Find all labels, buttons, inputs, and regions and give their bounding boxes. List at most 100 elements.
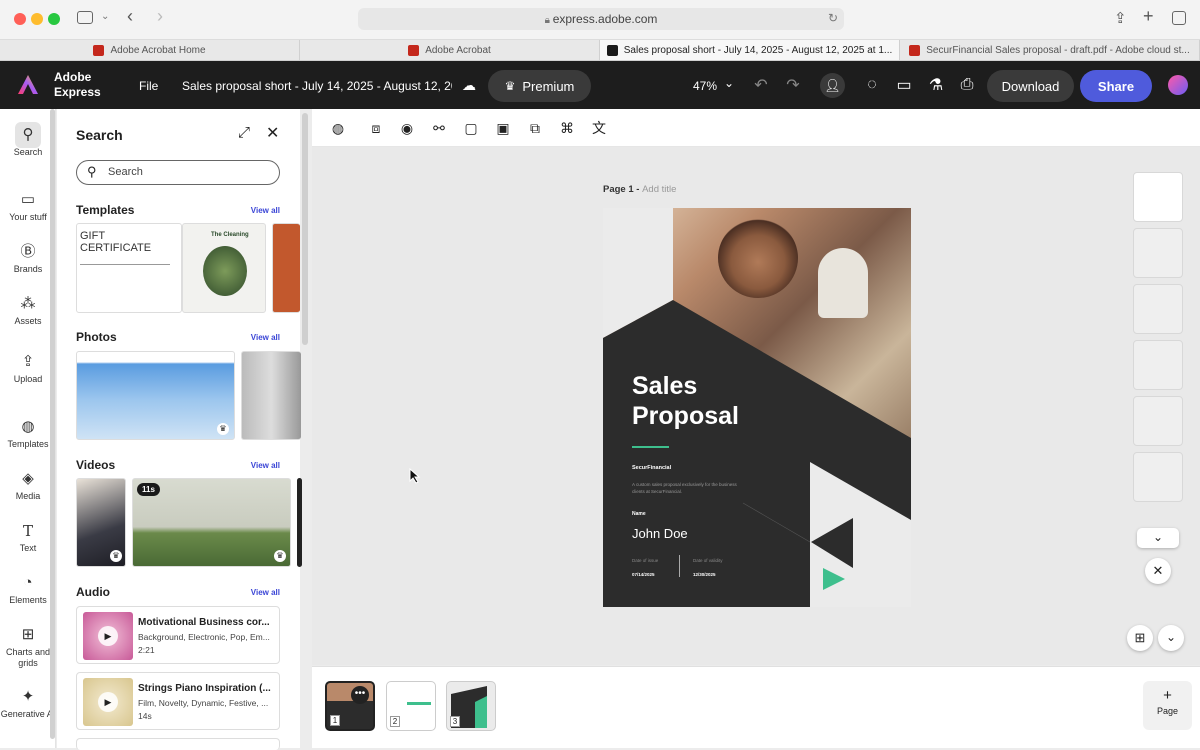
document-title[interactable]: Sales proposal short - July 14, 2025 - A… [182, 79, 452, 93]
rail-item-assets[interactable]: ⁂ Assets [0, 295, 56, 326]
page-nav-thumb[interactable] [1133, 452, 1183, 502]
rail-scrollbar[interactable] [50, 109, 55, 739]
audio-view-all[interactable]: View all [251, 588, 280, 597]
proposal-title[interactable]: Sales Proposal [632, 371, 739, 431]
add-title-field[interactable]: Add title [642, 184, 676, 195]
validity-label[interactable]: Date of validity [693, 558, 723, 563]
proposal-description[interactable]: A custom sales proposal exclusively for … [632, 481, 737, 495]
rail-item-charts[interactable]: ⊞ Charts and grids [0, 626, 56, 669]
company-name[interactable]: SecurFinancial [632, 465, 671, 471]
videos-view-all[interactable]: View all [251, 461, 280, 470]
template-cleaning[interactable]: The Cleaning [182, 223, 266, 313]
video-partial[interactable] [297, 478, 302, 567]
avatar[interactable] [1168, 75, 1188, 95]
add-page-button[interactable]: + Page [1143, 681, 1192, 730]
chevron-down-icon[interactable]: ⌄ [724, 76, 734, 90]
layers-icon[interactable]: ⧉ [526, 119, 544, 137]
rail-item-text[interactable]: T Text [0, 522, 56, 553]
chevron-down-icon[interactable]: ⌄ [1137, 528, 1179, 548]
photo-sky[interactable]: ♛ [76, 351, 235, 440]
minimize-window-button[interactable] [31, 13, 43, 25]
document-page[interactable]: Sales Proposal SecurFinancial A custom s… [603, 208, 911, 607]
page-nav-thumb[interactable] [1133, 396, 1183, 446]
audio-item[interactable]: ▶ Strings Piano Inspiration (... Film, N… [76, 672, 280, 730]
grid-view-icon[interactable]: ⊞ [1127, 625, 1153, 651]
tab-securfinancial-pdf[interactable]: SecurFinancial Sales proposal - draft.pd… [900, 40, 1200, 60]
back-icon[interactable]: ‹ [127, 6, 133, 27]
palette-icon[interactable]: ◉ [398, 119, 416, 137]
tab-sales-proposal[interactable]: Sales proposal short - July 14, 2025 - A… [600, 40, 900, 60]
close-window-button[interactable] [14, 13, 26, 25]
page-thumb-3[interactable]: 3 [446, 681, 496, 731]
lightbulb-icon[interactable]: ◌ [861, 74, 883, 96]
more-options-icon[interactable]: ••• [351, 686, 369, 704]
new-tab-icon[interactable]: + [1143, 6, 1154, 27]
rectangle-icon[interactable]: ▢ [462, 119, 480, 137]
tab-overview-icon[interactable] [1172, 11, 1186, 25]
issue-label[interactable]: Date of issue [632, 558, 658, 563]
validity-value[interactable]: 12/30/2025 [693, 572, 716, 577]
premium-button[interactable]: ♛ Premium [488, 70, 591, 102]
download-button[interactable]: Download [987, 70, 1074, 102]
video-businessman[interactable]: ♛ [76, 478, 126, 567]
chevron-down-icon[interactable]: ⌄ [1158, 625, 1184, 651]
page-thumb-2[interactable]: 2 [386, 681, 436, 731]
canvas-area[interactable]: Page 1 - Add title Sales Proposal SecurF… [312, 147, 1200, 665]
cloud-icon[interactable]: ☁︎ [462, 77, 476, 94]
share-sheet-icon[interactable]: ⇪ [1114, 9, 1127, 27]
chevron-down-icon[interactable]: ⌄ [101, 11, 109, 22]
animate-icon[interactable]: ⌘ [558, 119, 576, 137]
page-thumb-1[interactable]: ••• 1 [325, 681, 375, 731]
zoom-window-button[interactable] [48, 13, 60, 25]
audio-item[interactable] [76, 738, 280, 750]
expand-icon[interactable]: ⤢ [238, 124, 250, 141]
search-input[interactable]: ⚲ Search [76, 160, 280, 185]
rail-item-upload[interactable]: ⇪ Upload [0, 353, 56, 384]
page-nav-thumb[interactable] [1133, 228, 1183, 278]
rail-item-generative-ai[interactable]: ✦ Generative AI [0, 688, 56, 720]
audio-item[interactable]: ▶ Motivational Business cor... Backgroun… [76, 606, 280, 664]
resize-icon[interactable]: ⧈ [367, 119, 385, 137]
template-gift-certificate[interactable]: GIFT CERTIFICATE [76, 223, 182, 313]
url-field[interactable]: 🔒︎ express.adobe.com [358, 8, 844, 30]
translate-icon[interactable]: 文 [590, 119, 608, 137]
tab-acrobat[interactable]: Adobe Acrobat [300, 40, 600, 60]
forward-icon[interactable]: › [157, 6, 163, 27]
redo-icon[interactable]: ↷ [782, 74, 804, 96]
file-menu[interactable]: File [139, 79, 158, 93]
undo-icon[interactable]: ↶ [750, 74, 772, 96]
rail-item-search[interactable]: ⚲ Search [0, 126, 56, 157]
rail-item-templates[interactable]: ◍ Templates [0, 418, 56, 449]
name-value[interactable]: John Doe [632, 526, 688, 541]
templates-view-all[interactable]: View all [251, 206, 280, 215]
rail-item-media[interactable]: ◈ Media [0, 470, 56, 501]
print-icon[interactable]: ⎙ [956, 74, 978, 96]
frame-icon[interactable]: ▣ [494, 119, 512, 137]
rail-item-your-stuff[interactable]: ▭ Your stuff [0, 191, 56, 222]
name-label[interactable]: Name [632, 511, 646, 517]
play-icon[interactable]: ▶ [98, 626, 118, 646]
invite-icon[interactable]: 👤︎ [820, 73, 845, 98]
rail-item-elements[interactable]: ◔ Elements [0, 574, 56, 605]
rail-item-brands[interactable]: Ⓑ Brands [0, 243, 56, 274]
page-nav-thumb[interactable] [1133, 172, 1183, 222]
magic-icon[interactable]: ◍ [329, 119, 347, 137]
flask-icon[interactable]: ⚗︎ [925, 74, 947, 96]
comment-icon[interactable]: ▭ [893, 74, 915, 96]
issue-value[interactable]: 07/14/2025 [632, 572, 655, 577]
page-nav-thumb[interactable] [1133, 340, 1183, 390]
video-runner[interactable]: 11s ♛ [132, 478, 291, 567]
reload-icon[interactable]: ↻ [828, 11, 838, 25]
close-icon[interactable]: ✕ [1145, 558, 1171, 584]
close-icon[interactable]: ✕ [266, 123, 279, 143]
play-icon[interactable]: ▶ [98, 692, 118, 712]
photo-interior[interactable] [241, 351, 301, 440]
zoom-level[interactable]: 47% [693, 79, 717, 93]
sidebar-toggle-icon[interactable] [77, 11, 93, 24]
shapes-icon[interactable]: ⚯ [430, 119, 448, 137]
adobe-express-logo-icon[interactable] [17, 74, 39, 96]
panel-scrollbar[interactable] [302, 113, 308, 345]
page-nav-thumb[interactable] [1133, 284, 1183, 334]
share-button[interactable]: Share [1080, 70, 1152, 102]
photos-view-all[interactable]: View all [251, 333, 280, 342]
